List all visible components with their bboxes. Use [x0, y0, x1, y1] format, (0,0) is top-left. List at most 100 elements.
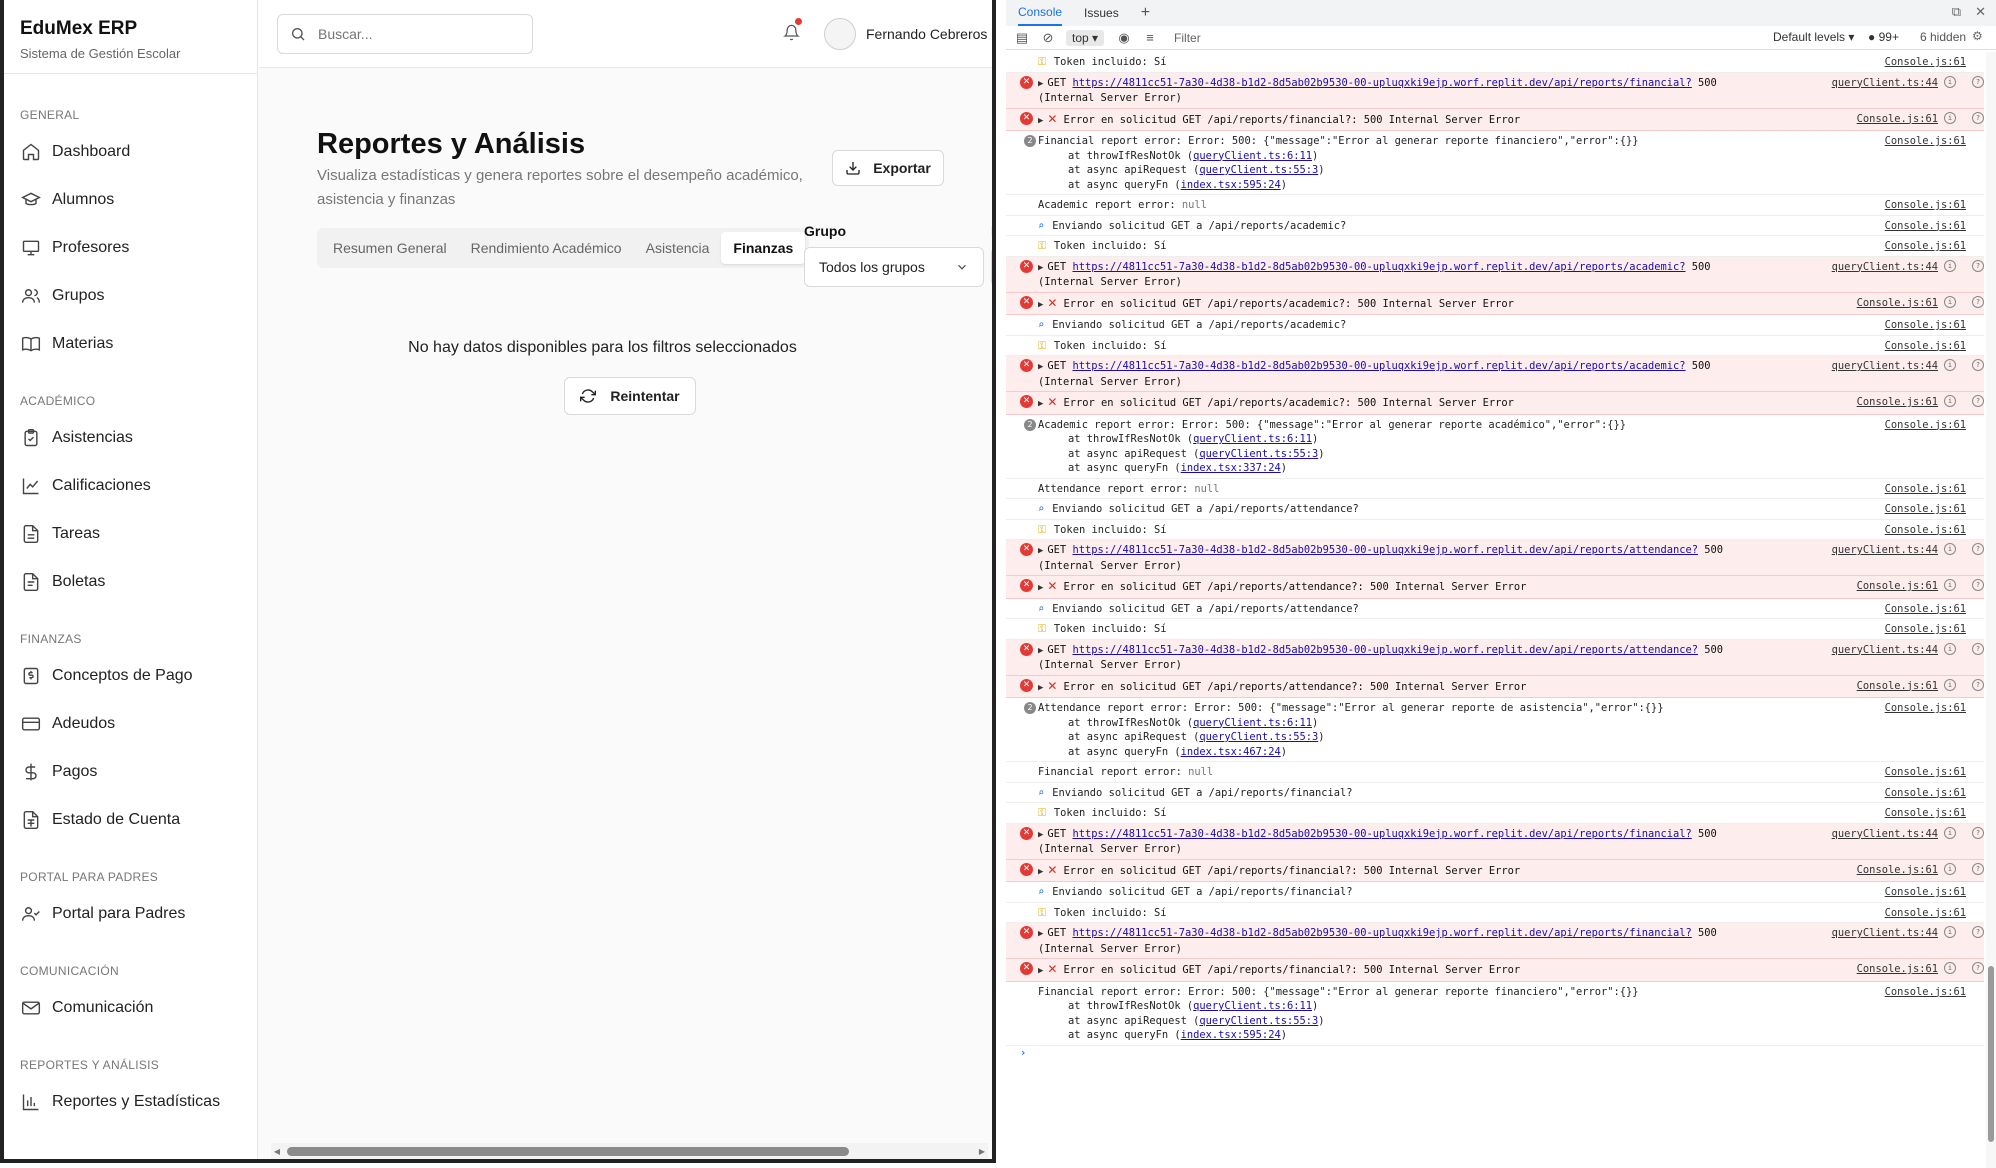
request-url-link[interactable]: https://4811cc51-7a30-4d38-b1d2-8d5ab02b… [1072, 644, 1698, 656]
info-icon[interactable]: i [1944, 579, 1956, 591]
report-tab[interactable]: Asistencia [634, 232, 722, 264]
source-link[interactable]: Console.js:61 [1885, 786, 1966, 801]
sidebar-item[interactable]: Estado de Cuenta [20, 796, 257, 844]
stack-source-link[interactable]: queryClient.ts:6:11 [1193, 1000, 1312, 1012]
stack-source-link[interactable]: queryClient.ts:55:3 [1199, 164, 1318, 176]
ai-explain-icon[interactable]: ? [1972, 862, 1984, 875]
source-link[interactable]: queryClient.ts:44 [1832, 543, 1938, 558]
stack-source-link[interactable]: index.tsx:467:24 [1181, 746, 1281, 758]
info-icon[interactable]: i [1944, 359, 1956, 371]
source-link[interactable]: Console.js:61 [1857, 395, 1938, 410]
stack-source-link[interactable]: index.tsx:595:24 [1181, 1029, 1281, 1041]
sidebar-item[interactable]: Tareas [20, 510, 257, 558]
stack-source-link[interactable]: index.tsx:337:24 [1181, 462, 1281, 474]
ai-explain-icon[interactable]: ? [1972, 579, 1984, 591]
stack-source-link[interactable]: queryClient.ts:6:11 [1193, 717, 1312, 729]
source-link[interactable]: queryClient.ts:44 [1832, 76, 1938, 91]
ai-explain-icon[interactable]: ? [1972, 678, 1984, 691]
sidebar-item[interactable]: Alumnos [20, 176, 257, 224]
notifications-button[interactable] [783, 18, 802, 42]
gear-icon[interactable]: ⚙ [1972, 29, 1983, 43]
source-link[interactable]: Console.js:61 [1885, 502, 1966, 517]
source-link[interactable]: Console.js:61 [1857, 962, 1938, 977]
expand-triangle-icon[interactable]: ▶ [1038, 581, 1043, 596]
source-link[interactable]: Console.js:61 [1885, 134, 1966, 149]
expand-triangle-icon[interactable]: ▶ [1038, 544, 1043, 559]
source-link[interactable]: queryClient.ts:44 [1832, 643, 1938, 658]
info-icon[interactable]: i [1944, 75, 1956, 88]
source-link[interactable]: Console.js:61 [1857, 579, 1938, 594]
group-select[interactable]: Todos los grupos [804, 247, 984, 287]
sidebar-item[interactable]: Materias [20, 320, 257, 368]
tab-issues[interactable]: Issues [1084, 0, 1119, 26]
sidebar-item[interactable]: Reportes y Estadísticas [20, 1078, 257, 1126]
sidebar-item[interactable]: Comunicación [20, 984, 257, 1032]
source-link[interactable]: queryClient.ts:44 [1832, 359, 1938, 374]
sidebar-item[interactable]: Profesores [20, 224, 257, 272]
source-link[interactable]: Console.js:61 [1885, 765, 1966, 780]
sidebar-item[interactable]: Adeudos [20, 700, 257, 748]
report-tab[interactable]: Finanzas [721, 232, 806, 264]
source-link[interactable]: Console.js:61 [1885, 622, 1966, 637]
sidebar-toggle-icon[interactable]: ▤ [1014, 30, 1030, 46]
request-url-link[interactable]: https://4811cc51-7a30-4d38-b1d2-8d5ab02b… [1072, 360, 1685, 372]
source-link[interactable]: Console.js:61 [1885, 418, 1966, 433]
context-select[interactable]: top ▾ [1066, 29, 1105, 46]
horizontal-scrollbar[interactable]: ◀ ▶ [271, 1143, 988, 1159]
expand-triangle-icon[interactable]: ▶ [1038, 681, 1043, 696]
stack-source-link[interactable]: queryClient.ts:6:11 [1193, 150, 1312, 162]
report-tab[interactable]: Resumen General [321, 232, 459, 264]
scroll-right-icon[interactable]: ▶ [976, 1147, 988, 1156]
expand-triangle-icon[interactable]: ▶ [1038, 261, 1043, 276]
source-link[interactable]: Console.js:61 [1885, 806, 1966, 821]
search-box[interactable] [277, 14, 533, 54]
report-tab[interactable]: Rendimiento Académico [459, 232, 634, 264]
source-link[interactable]: queryClient.ts:44 [1832, 926, 1938, 941]
scrollbar-thumb[interactable] [1988, 966, 1994, 1142]
source-link[interactable]: Console.js:61 [1885, 482, 1966, 497]
scrollbar-thumb[interactable] [287, 1146, 849, 1156]
sidebar-item[interactable]: Grupos [20, 272, 257, 320]
ai-explain-icon[interactable]: ? [1972, 395, 1984, 407]
levels-select[interactable]: Default levels ▾ [1773, 30, 1854, 44]
source-link[interactable]: Console.js:61 [1885, 55, 1966, 70]
source-link[interactable]: queryClient.ts:44 [1832, 260, 1938, 275]
info-icon[interactable]: i [1944, 111, 1956, 124]
filter-input[interactable]: Filter [1174, 31, 1201, 45]
request-url-link[interactable]: https://4811cc51-7a30-4d38-b1d2-8d5ab02b… [1072, 828, 1691, 840]
source-link[interactable]: Console.js:61 [1885, 239, 1966, 254]
ai-explain-icon[interactable]: ? [1972, 642, 1984, 655]
avatar[interactable] [824, 18, 856, 50]
info-icon[interactable]: i [1944, 543, 1956, 555]
sidebar-item[interactable]: Portal para Padres [20, 890, 257, 938]
source-link[interactable]: Console.js:61 [1885, 339, 1966, 354]
close-icon[interactable]: ✕ [1975, 4, 1986, 20]
sidebar-item[interactable]: Calificaciones [20, 462, 257, 510]
expand-triangle-icon[interactable]: ▶ [1038, 114, 1043, 129]
ai-explain-icon[interactable]: ? [1972, 962, 1984, 974]
retry-button[interactable]: Reintentar [564, 377, 696, 415]
info-icon[interactable]: i [1944, 295, 1956, 308]
source-link[interactable]: Console.js:61 [1885, 523, 1966, 538]
source-link[interactable]: Console.js:61 [1885, 701, 1966, 716]
scroll-left-icon[interactable]: ◀ [271, 1147, 283, 1156]
clear-console-icon[interactable]: ⊘ [1040, 30, 1056, 46]
stack-source-link[interactable]: queryClient.ts:55:3 [1199, 731, 1318, 743]
ai-explain-icon[interactable]: ? [1972, 75, 1984, 88]
ai-explain-icon[interactable]: ? [1972, 111, 1984, 124]
source-link[interactable]: queryClient.ts:44 [1832, 827, 1938, 842]
request-url-link[interactable]: https://4811cc51-7a30-4d38-b1d2-8d5ab02b… [1072, 261, 1685, 273]
add-tab-icon[interactable]: + [1141, 4, 1150, 22]
request-url-link[interactable]: https://4811cc51-7a30-4d38-b1d2-8d5ab02b… [1072, 927, 1691, 939]
source-link[interactable]: Console.js:61 [1885, 885, 1966, 900]
ai-explain-icon[interactable]: ? [1972, 359, 1984, 371]
expand-triangle-icon[interactable]: ▶ [1038, 828, 1043, 843]
console-prompt[interactable]: › [1006, 1046, 1984, 1059]
source-link[interactable]: Console.js:61 [1857, 679, 1938, 694]
sidebar-item[interactable]: Conceptos de Pago [20, 652, 257, 700]
search-input[interactable] [318, 26, 508, 42]
user-name[interactable]: Fernando Cebreros [866, 26, 987, 42]
expand-triangle-icon[interactable]: ▶ [1038, 865, 1043, 880]
ai-explain-icon[interactable]: ? [1972, 826, 1984, 839]
sidebar-item[interactable]: Asistencias [20, 414, 257, 462]
